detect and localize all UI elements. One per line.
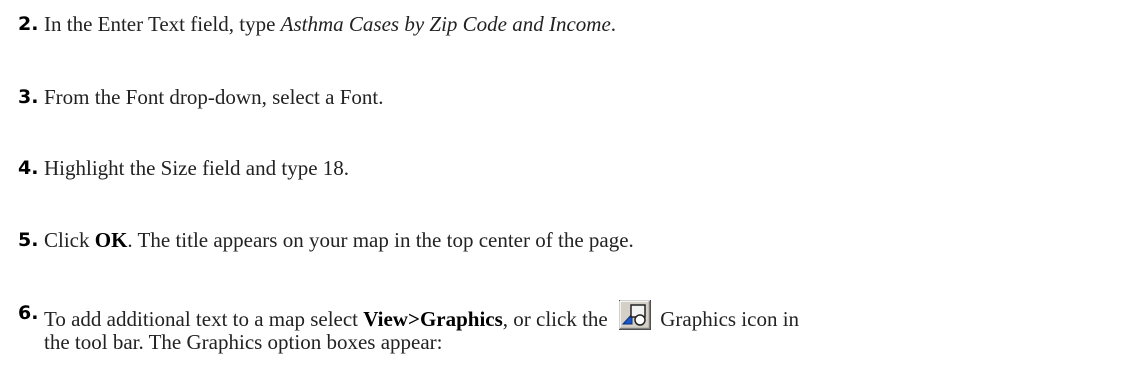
step-text: Highlight the Size field and type 18. [44,156,350,180]
step-text: From the Font drop-down, select a Font. [44,85,384,109]
step-text-continuation: the tool bar. The Graphics option boxes … [44,330,443,354]
graphics-icon [619,300,651,330]
step-number: 5. [18,229,39,251]
step-number: 3. [18,86,39,108]
menu-path-label: View>Graphics [363,307,503,331]
step-number: 2. [18,13,39,35]
ok-label: OK [94,228,128,252]
step-number: 4. [18,157,39,179]
step-text: Click OK. The title appears on your map … [44,228,634,252]
step-text: In the Enter Text field, type Asthma Cas… [44,12,617,36]
italic-title-text: Asthma Cases by Zip Code and Income [280,12,611,36]
step-number: 6. [18,302,39,324]
